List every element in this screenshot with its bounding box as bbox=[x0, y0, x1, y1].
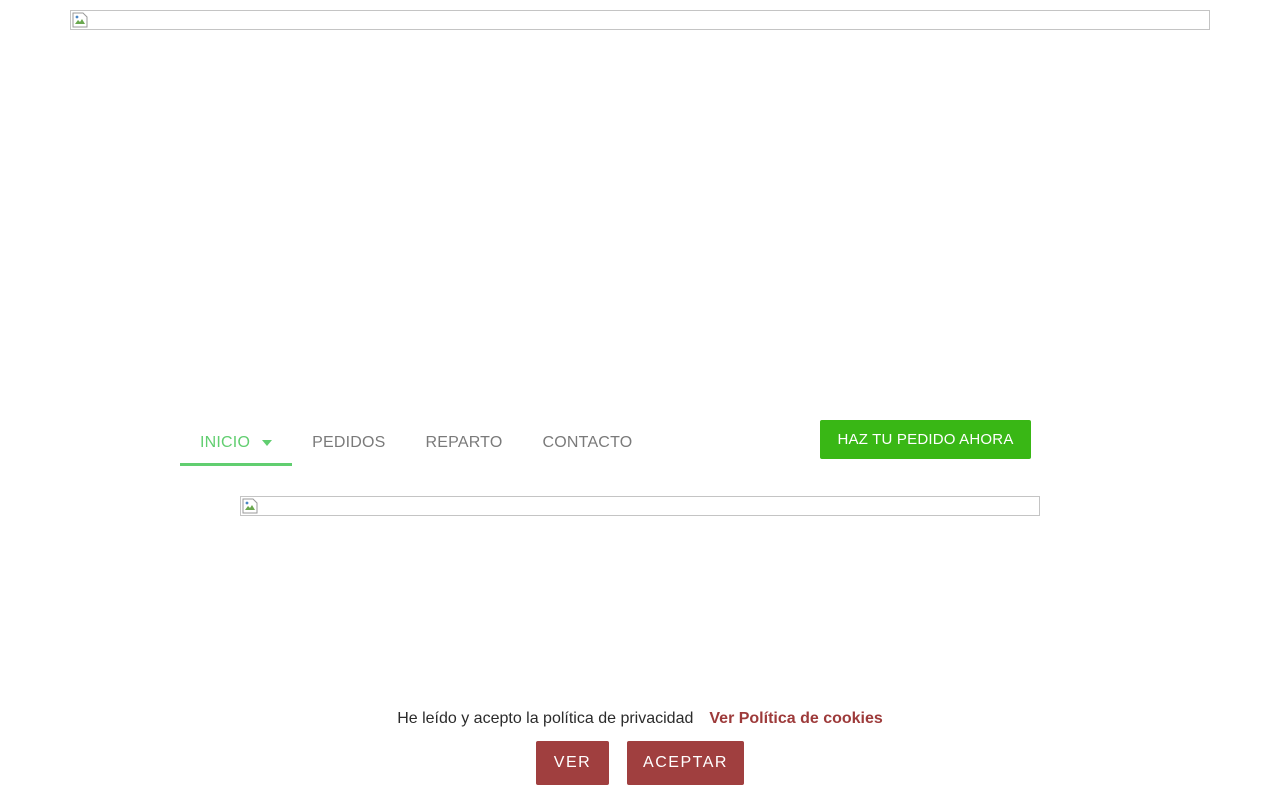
content-image bbox=[240, 496, 1040, 516]
nav-item-label: INICIO bbox=[200, 434, 251, 451]
cookie-buttons: VER ACEPTAR bbox=[0, 741, 1280, 785]
nav-item-inicio[interactable]: INICIO bbox=[180, 420, 293, 466]
broken-image-icon bbox=[72, 12, 88, 28]
cookie-text-row: He leído y acepto la política de privaci… bbox=[0, 710, 1280, 728]
hero-image bbox=[70, 10, 1210, 30]
nav-item-label: CONTACTO bbox=[542, 434, 633, 451]
caret-down-icon[interactable] bbox=[262, 440, 273, 446]
nav-item-label: PEDIDOS bbox=[312, 434, 386, 451]
cookie-view-button[interactable]: VER bbox=[536, 741, 609, 785]
cookie-accept-button[interactable]: ACEPTAR bbox=[627, 741, 744, 785]
nav-item-contacto[interactable]: CONTACTO bbox=[523, 420, 653, 466]
nav-item-reparto[interactable]: REPARTO bbox=[406, 420, 523, 466]
nav-item-label: REPARTO bbox=[425, 434, 503, 451]
nav-item-pedidos[interactable]: PEDIDOS bbox=[292, 420, 405, 466]
order-now-button[interactable]: HAZ TU PEDIDO AHORA bbox=[820, 420, 1031, 459]
cookie-policy-link[interactable]: Ver Política de cookies bbox=[709, 710, 882, 728]
cookie-consent-text: He leído y acepto la política de privaci… bbox=[397, 710, 694, 727]
broken-image-icon bbox=[242, 498, 258, 514]
main-nav: INICIO PEDIDOS REPARTO CONTACTO bbox=[180, 420, 652, 466]
cookie-consent-bar: He leído y acepto la política de privaci… bbox=[0, 700, 1280, 800]
